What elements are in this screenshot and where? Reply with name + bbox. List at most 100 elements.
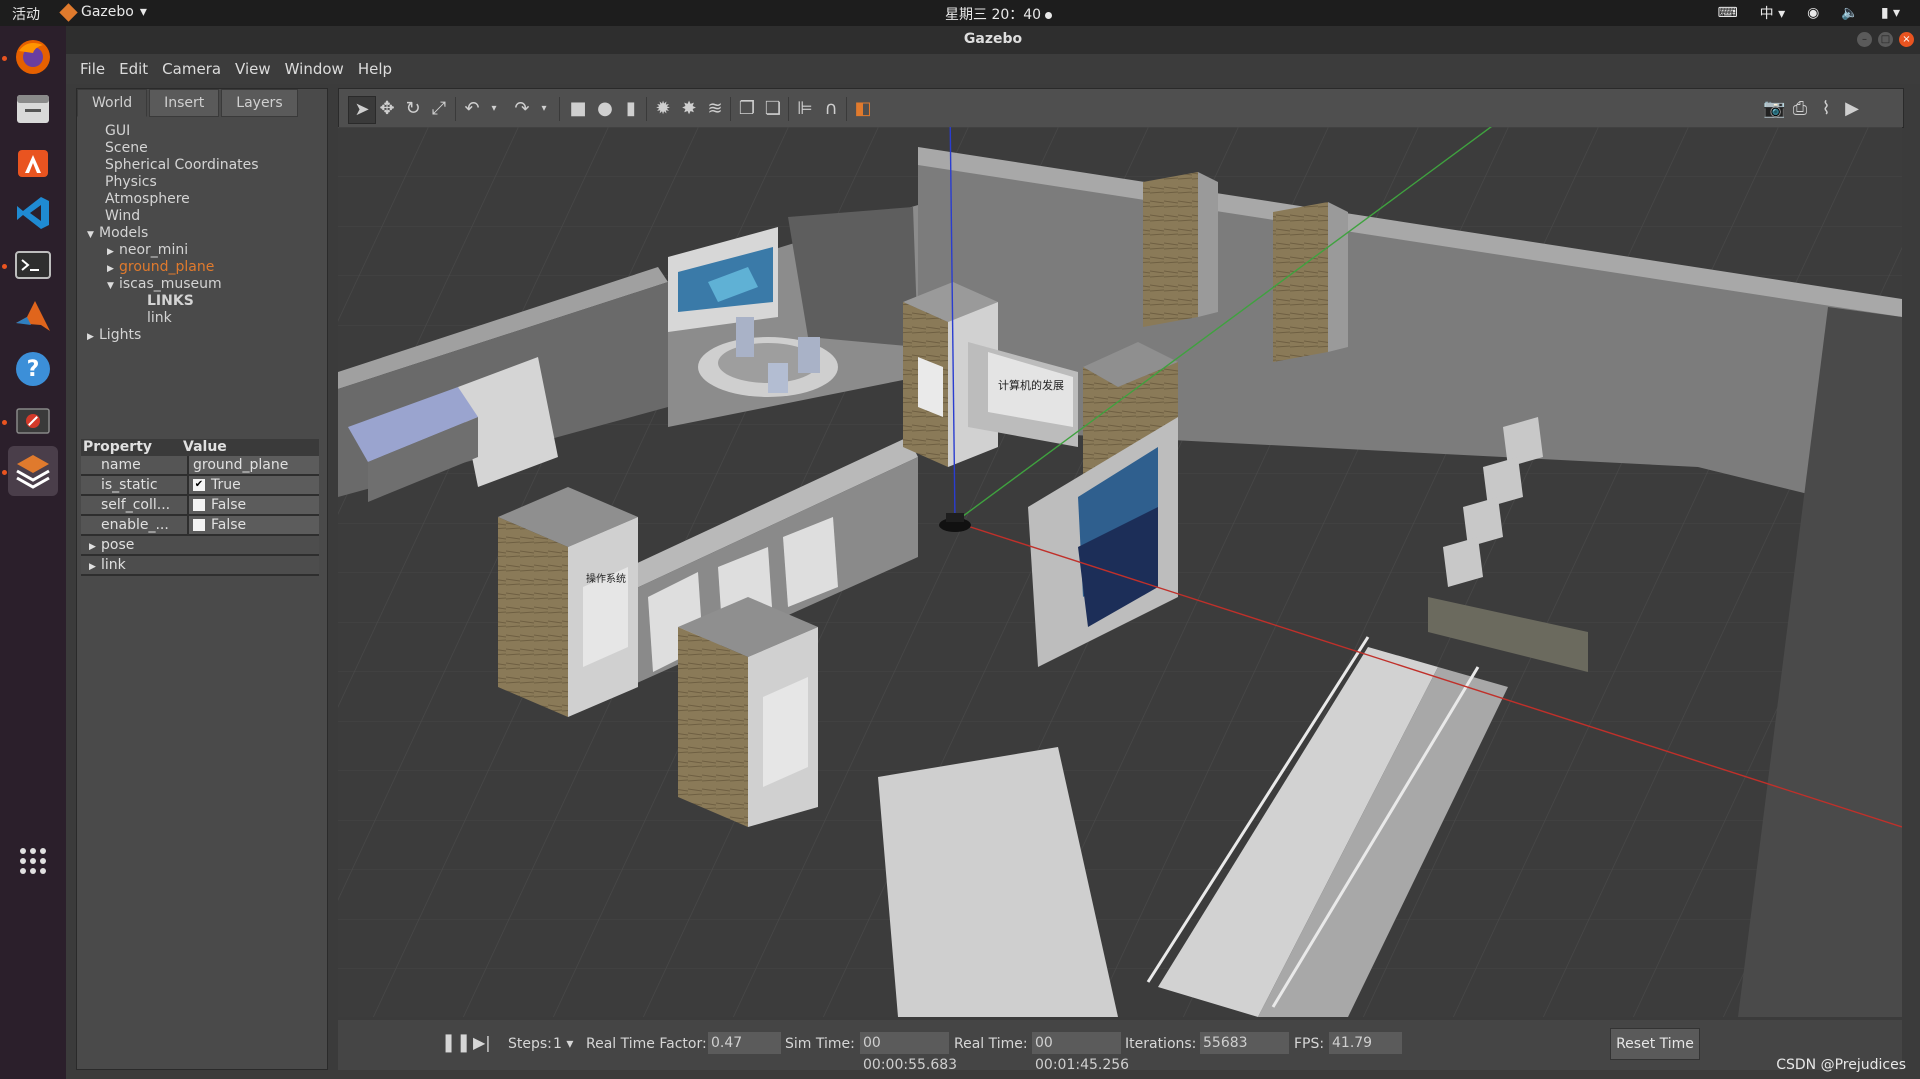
change-view-icon[interactable]: ◧ xyxy=(852,98,874,120)
reset-time-button[interactable]: Reset Time xyxy=(1610,1028,1700,1060)
screenshot-icon[interactable]: 📷 xyxy=(1763,98,1785,120)
input-method-indicator[interactable]: 中 ▾ xyxy=(1760,3,1785,23)
tree-item-gui[interactable]: GUI xyxy=(77,123,327,140)
redo-history-icon[interactable]: ▾ xyxy=(533,98,555,120)
unchecked-checkbox[interactable] xyxy=(193,519,205,531)
dock-files[interactable] xyxy=(8,84,58,134)
menu-file[interactable]: File xyxy=(80,60,105,78)
spot-light-icon[interactable]: ✸ xyxy=(678,98,700,120)
prop-value[interactable]: False xyxy=(187,516,319,534)
close-button[interactable]: × xyxy=(1899,32,1914,47)
prop-value[interactable]: ground_plane xyxy=(187,456,319,474)
dock-help[interactable]: ? xyxy=(8,344,58,394)
step-icon[interactable]: ▶| xyxy=(473,1033,491,1052)
sphere-shape-icon[interactable]: ● xyxy=(594,98,616,120)
log-icon[interactable]: ⎙ xyxy=(1789,98,1811,120)
clock[interactable]: 星期三 20：40 xyxy=(945,4,1053,24)
tree-item-label: iscas_museum xyxy=(119,276,222,292)
collapsed-arrow-icon[interactable]: ▶ xyxy=(89,542,101,552)
dock-matlab[interactable] xyxy=(8,292,58,342)
activities-button[interactable]: 活动 xyxy=(12,4,40,24)
toolbar-separator xyxy=(846,97,847,121)
clock-label: 星期三 20：40 xyxy=(945,7,1042,23)
snap-icon[interactable]: ∩ xyxy=(820,98,842,120)
menu-camera[interactable]: Camera xyxy=(162,60,221,78)
cylinder-shape-icon[interactable]: ▮ xyxy=(620,98,642,120)
dock-terminal[interactable] xyxy=(8,240,58,290)
tree-item-physics[interactable]: Physics xyxy=(77,174,327,191)
system-tray: ⌨ 中 ▾ ◉ 🔈 ▮ ▾ xyxy=(1717,3,1900,23)
box-shape-icon[interactable]: ■ xyxy=(567,98,589,120)
steps-spinner[interactable]: 1 ▾ xyxy=(553,1036,573,1052)
rtf-value: 0.47 xyxy=(708,1032,781,1054)
running-indicator xyxy=(2,470,7,475)
dock-software-center[interactable] xyxy=(8,136,58,186)
unchecked-checkbox[interactable] xyxy=(193,499,205,511)
prop-value[interactable]: False xyxy=(187,496,319,514)
show-applications-button[interactable] xyxy=(8,836,58,886)
tree-item-label: Models xyxy=(99,225,149,241)
scale-mode-icon[interactable]: ⤢ xyxy=(428,98,450,120)
dock-recorder[interactable] xyxy=(8,396,58,446)
undo-history-icon[interactable]: ▾ xyxy=(483,98,505,120)
menu-edit[interactable]: Edit xyxy=(119,60,148,78)
tree-item-wind[interactable]: Wind xyxy=(77,208,327,225)
prop-row-enable-wind[interactable]: enable_... False xyxy=(81,516,319,536)
align-icon[interactable]: ⊫ xyxy=(794,98,816,120)
tab-insert[interactable]: Insert xyxy=(149,89,220,117)
tree-item-link[interactable]: link xyxy=(77,310,327,327)
dock-gazebo[interactable] xyxy=(8,446,58,496)
sim-time-value: 00 00:00:55.683 xyxy=(860,1032,957,1073)
collapsed-arrow-icon[interactable]: ▶ xyxy=(89,562,101,572)
redo-icon[interactable]: ↷ xyxy=(511,98,533,120)
menu-view[interactable]: View xyxy=(235,60,271,78)
directional-light-icon[interactable]: ≋ xyxy=(704,98,726,120)
tab-layers[interactable]: Layers xyxy=(221,89,298,117)
tree-item-atmosphere[interactable]: Atmosphere xyxy=(77,191,327,208)
scene-render[interactable]: 计算机的发展 操作系统 xyxy=(338,127,1902,1017)
dock-vscode[interactable] xyxy=(8,188,58,238)
prop-row-name[interactable]: name ground_plane xyxy=(81,456,319,476)
tree-item-models[interactable]: ▼ Models xyxy=(77,225,327,242)
input-method-label: 中 xyxy=(1759,6,1774,22)
prop-value[interactable]: ✔ True xyxy=(187,476,319,494)
point-light-icon[interactable]: ✹ xyxy=(652,98,674,120)
volume-icon[interactable]: 🔈 xyxy=(1841,5,1858,21)
toolbar-separator xyxy=(788,97,789,121)
tree-item-spherical[interactable]: Spherical Coordinates xyxy=(77,157,327,174)
wifi-icon[interactable]: ◉ xyxy=(1807,5,1819,21)
dock-firefox[interactable] xyxy=(8,32,58,82)
pause-icon[interactable]: ❚❚ xyxy=(441,1032,471,1053)
prop-group-pose[interactable]: ▶ pose xyxy=(81,536,319,556)
select-mode-icon[interactable]: ➤ xyxy=(348,96,376,124)
prop-group-label: link xyxy=(101,557,126,573)
tree-item-ground-plane[interactable]: ▶ ground_plane xyxy=(77,259,327,276)
menu-window[interactable]: Window xyxy=(285,60,344,78)
menu-help[interactable]: Help xyxy=(358,60,392,78)
prop-key: ▶ pose xyxy=(81,537,134,553)
tree-item-lights[interactable]: ▶ Lights xyxy=(77,327,327,344)
rotate-mode-icon[interactable]: ↻ xyxy=(402,98,424,120)
undo-icon[interactable]: ↶ xyxy=(461,98,483,120)
prop-group-link[interactable]: ▶ link xyxy=(81,556,319,576)
3d-viewport[interactable]: 计算机的发展 操作系统 xyxy=(338,127,1902,1017)
keyboard-icon[interactable]: ⌨ xyxy=(1717,5,1737,21)
tab-world[interactable]: World xyxy=(77,89,148,117)
prop-row-self-collide[interactable]: self_coll... False xyxy=(81,496,319,516)
tree-item-iscas-museum[interactable]: ▼ iscas_museum xyxy=(77,276,327,293)
plot-icon[interactable]: ⌇ xyxy=(1815,98,1837,120)
collapsed-arrow-icon[interactable]: ▶ xyxy=(87,329,99,346)
app-menu[interactable]: Gazebo ▾ xyxy=(59,2,147,22)
battery-icon[interactable]: ▮ ▾ xyxy=(1881,5,1900,21)
record-video-icon[interactable]: ▶ xyxy=(1841,98,1863,120)
prop-row-is-static[interactable]: is_static ✔ True xyxy=(81,476,319,496)
maximize-button[interactable]: □ xyxy=(1878,32,1893,47)
paste-icon[interactable]: ❏ xyxy=(762,98,784,120)
software-center-icon xyxy=(18,150,48,177)
checked-checkbox[interactable]: ✔ xyxy=(193,479,205,491)
minimize-button[interactable]: – xyxy=(1857,32,1872,47)
translate-mode-icon[interactable]: ✥ xyxy=(376,98,398,120)
tree-item-neor-mini[interactable]: ▶ neor_mini xyxy=(77,242,327,259)
tree-item-scene[interactable]: Scene xyxy=(77,140,327,157)
copy-icon[interactable]: ❐ xyxy=(736,98,758,120)
